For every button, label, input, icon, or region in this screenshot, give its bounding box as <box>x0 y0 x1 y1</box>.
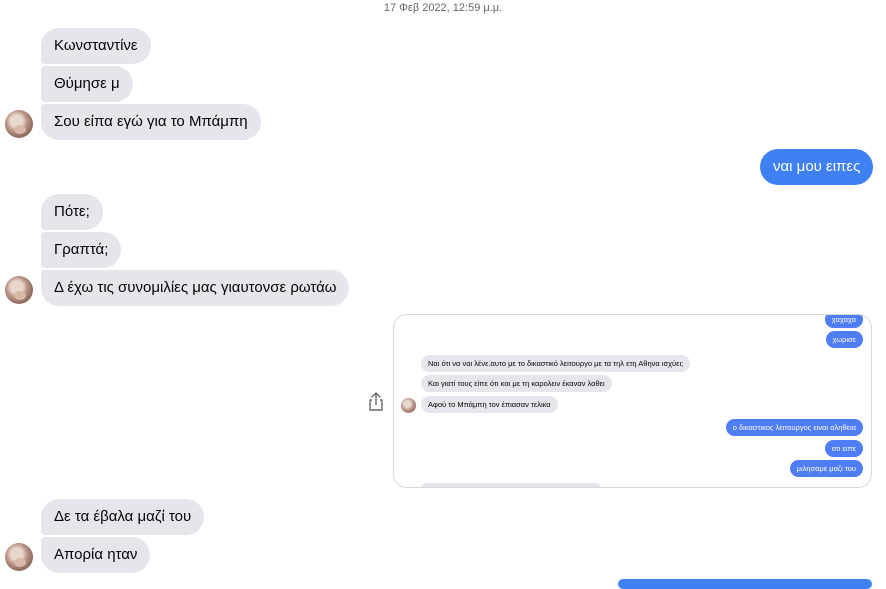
message-incoming[interactable]: Απορία ηταν <box>41 537 151 573</box>
embedded-message-outgoing: χαχαχα <box>824 315 863 328</box>
message-incoming[interactable]: Θύμησε μ <box>41 66 133 102</box>
embedded-message-outgoing: ο δικαστικος λειτουργος ειναι αληθεια <box>725 419 863 436</box>
contact-avatar[interactable] <box>5 276 33 304</box>
embedded-message-incoming: Ναι ότι να ναι λένε.αυτο με το δικαστικό… <box>421 355 691 372</box>
message-incoming[interactable]: Κωνσταντίνε <box>41 28 151 64</box>
embedded-message-incoming: Και γιατί τους είπε ότι και με τη καρολε… <box>421 375 612 392</box>
contact-avatar[interactable] <box>5 543 33 571</box>
message-incoming[interactable]: Δ έχω τις συνομιλίες μας γιαυτονσε ρωτάω <box>41 270 350 306</box>
message-incoming[interactable]: Γραπτά; <box>41 232 122 268</box>
embedded-message-outgoing: οτι ειπε <box>824 440 863 457</box>
embedded-message-outgoing: μιλησαμε μαζι του <box>789 460 863 477</box>
embedded-message-cutoff <box>421 483 601 487</box>
message-outgoing[interactable]: ναι μου ειπες <box>760 149 874 185</box>
embedded-avatar <box>401 398 416 413</box>
message-incoming[interactable]: Δε τα έβαλα μαζί του <box>41 499 205 535</box>
embedded-message-outgoing: χωρισε <box>825 331 863 348</box>
embedded-message-incoming: Αφού το Μπάμπη τον έπιασαν τελικα <box>421 396 558 413</box>
contact-avatar[interactable] <box>5 110 33 138</box>
share-icon[interactable] <box>366 391 386 413</box>
message-incoming[interactable]: Πότε; <box>41 194 103 230</box>
shared-image-attachment[interactable]: χαχαχα χωρισε Ναι ότι να ναι λένε.αυτο μ… <box>393 314 872 488</box>
message-outgoing-partial[interactable] <box>618 579 872 589</box>
message-incoming[interactable]: Σου είπα εγώ για το Μπάμπη <box>41 104 261 140</box>
conversation-timestamp: 17 Φεβ 2022, 12:59 μ.μ. <box>383 2 503 14</box>
